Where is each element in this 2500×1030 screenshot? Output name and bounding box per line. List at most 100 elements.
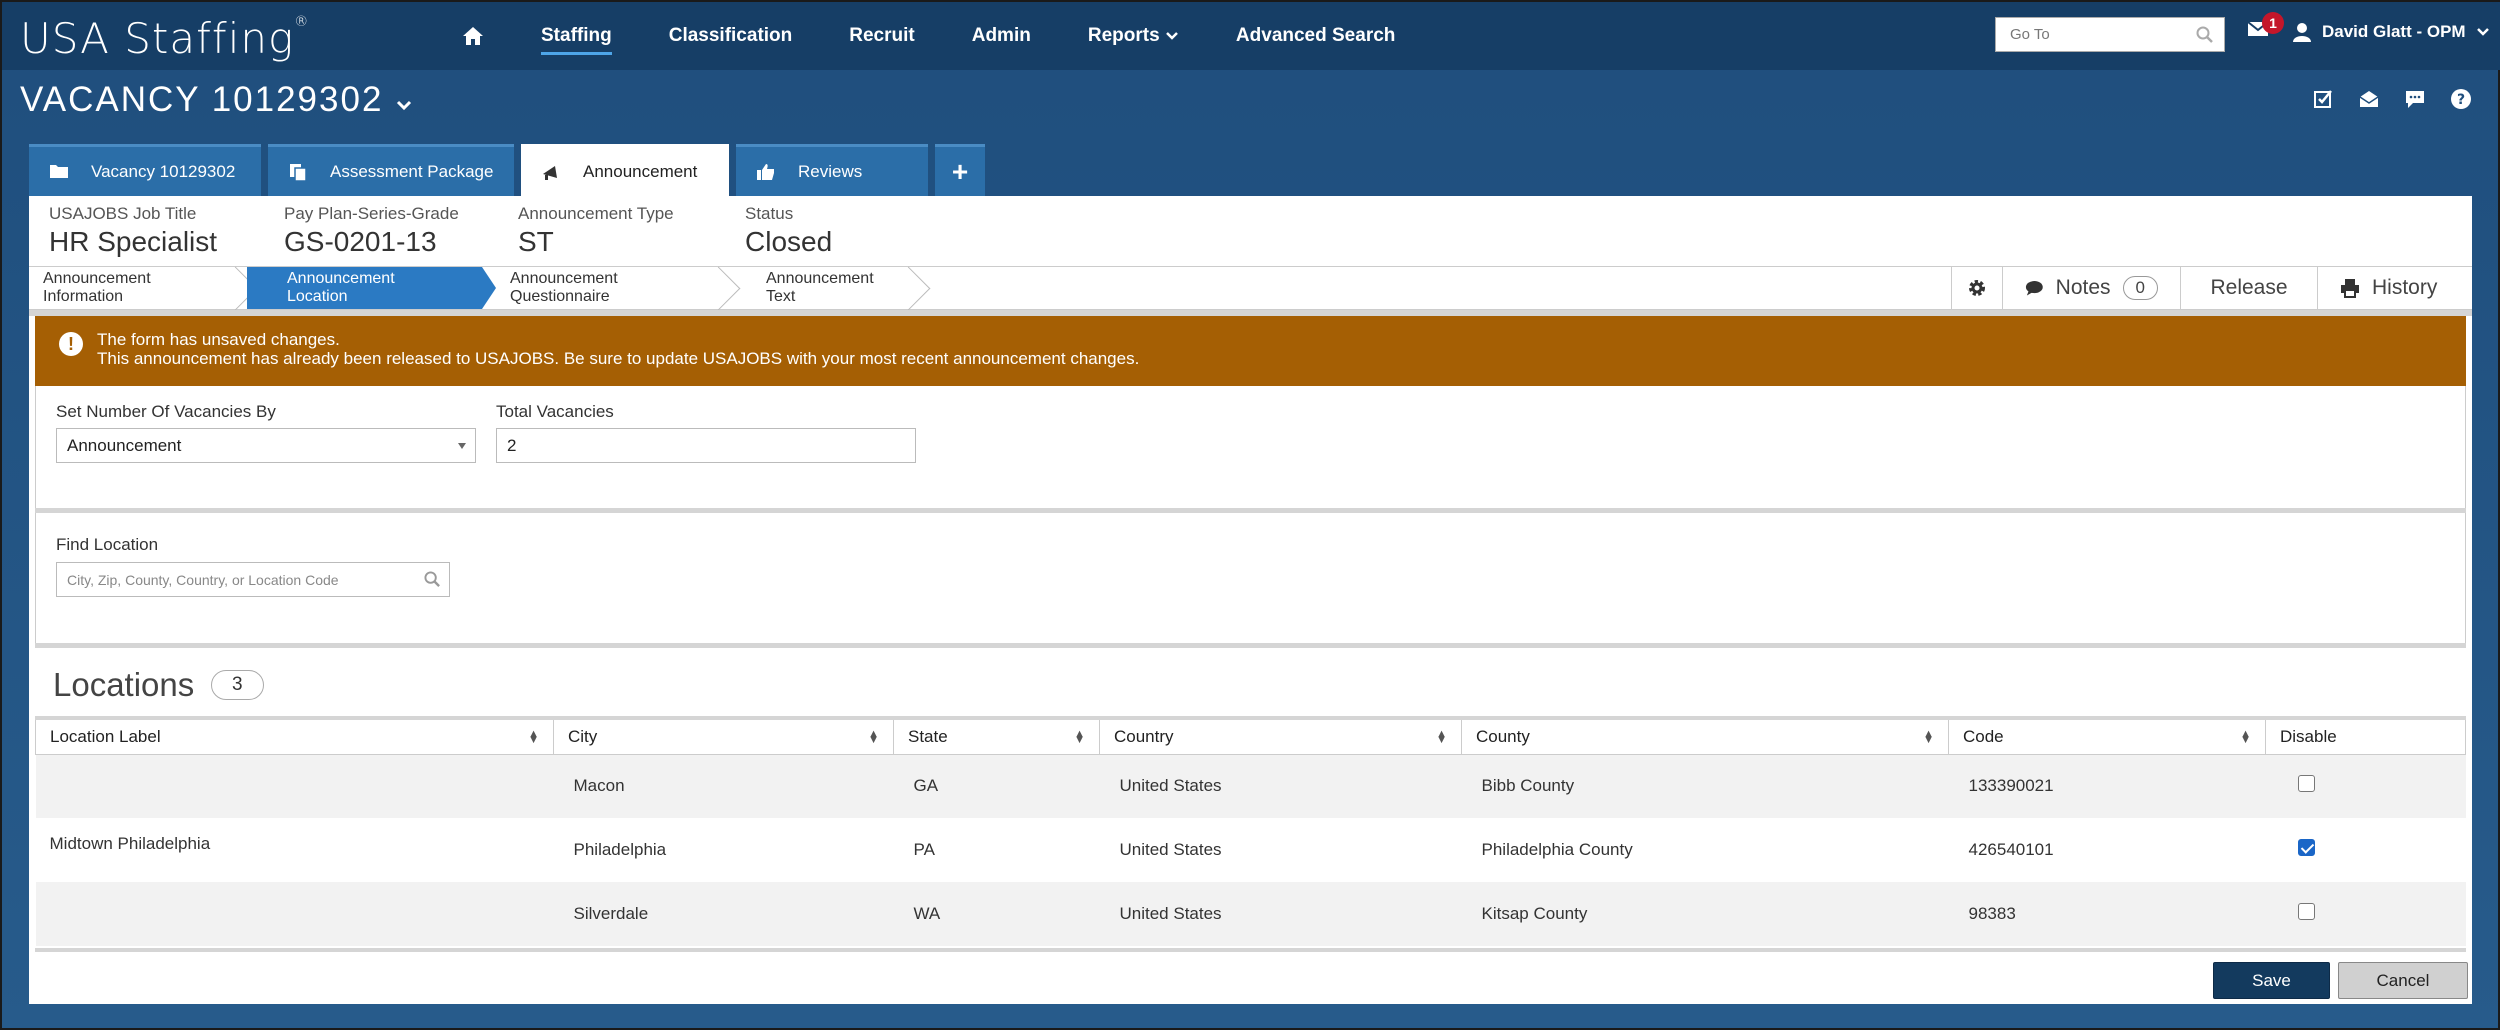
release-button[interactable]: Release: [2180, 267, 2317, 309]
cell-county: Kitsap County: [1461, 882, 1949, 946]
cell-disable: [2266, 818, 2466, 882]
find-location-placeholder: City, Zip, County, Country, or Location …: [67, 572, 339, 588]
user-menu[interactable]: David Glatt - OPM: [2292, 22, 2490, 42]
add-tab-button[interactable]: +: [935, 144, 985, 196]
nav-admin[interactable]: Admin: [972, 25, 1031, 47]
step-announcement-information[interactable]: Announcement Information: [29, 267, 261, 309]
cell-location-label[interactable]: [35, 882, 554, 946]
comments-icon[interactable]: [2404, 88, 2428, 112]
folder-icon: [49, 162, 69, 182]
nav-classification[interactable]: Classification: [669, 25, 793, 47]
set-number-by-select[interactable]: Announcement: [56, 428, 476, 463]
announcement-type-value: ST: [518, 226, 554, 257]
sort-icon[interactable]: ▲ ▼: [1436, 729, 1447, 746]
col-country[interactable]: Country ▲ ▼: [1099, 716, 1462, 755]
save-button[interactable]: Save: [2213, 962, 2330, 999]
cell-country: United States: [1099, 754, 1462, 818]
nav-recruit[interactable]: Recruit: [849, 25, 914, 47]
chevron-down-icon: [397, 100, 412, 111]
disable-checkbox[interactable]: [2297, 775, 2315, 793]
tab-vacancy[interactable]: Vacancy 10129302: [29, 144, 261, 196]
column-label: Country: [1114, 726, 1174, 746]
sort-icon[interactable]: ▲ ▼: [528, 729, 539, 746]
col-location-label[interactable]: Location Label ▲ ▼: [35, 716, 554, 755]
nav-staffing[interactable]: Staffing: [541, 25, 612, 55]
set-number-by-value: Announcement: [67, 436, 182, 455]
home-icon[interactable]: [462, 25, 484, 47]
step-label: Announcement Information: [43, 270, 151, 305]
announcement-type-label: Announcement Type: [518, 204, 674, 223]
step-announcement-questionnaire[interactable]: Announcement Questionnaire: [482, 267, 744, 309]
col-code[interactable]: Code ▲ ▼: [1948, 716, 2266, 755]
settings-button[interactable]: [1951, 267, 2002, 309]
cell-location-label[interactable]: [35, 754, 554, 818]
disable-checkbox[interactable]: [2297, 903, 2315, 920]
tab-assessment-label: Assessment Package: [330, 161, 494, 181]
ppsg-value: GS-0201-13: [284, 226, 437, 257]
checklist-icon[interactable]: [2312, 88, 2336, 112]
sort-icon[interactable]: ▲ ▼: [868, 729, 879, 746]
vacancy-tabs: Vacancy 10129302 Assessment Package Anno…: [29, 144, 985, 196]
summary-announcement-type: Announcement Type ST: [518, 204, 674, 258]
ppsg-label: Pay Plan-Series-Grade: [284, 204, 459, 223]
find-location-section: Find Location City, Zip, County, Country…: [35, 513, 2466, 643]
tab-reviews[interactable]: Reviews: [736, 144, 928, 196]
nav-advanced-search[interactable]: Advanced Search: [1236, 25, 1395, 47]
notes-button[interactable]: Notes 0: [2002, 267, 2180, 309]
cell-country: United States: [1119, 840, 1222, 859]
col-disable: Disable: [2265, 716, 2466, 755]
sort-icon[interactable]: ▲ ▼: [2240, 729, 2251, 746]
cell-state: PA: [913, 840, 935, 859]
col-county[interactable]: County ▲ ▼: [1461, 716, 1949, 755]
vacancy-title[interactable]: VACANCY 10129302: [20, 80, 413, 120]
sort-icon[interactable]: ▲ ▼: [1074, 729, 1085, 746]
tab-announcement[interactable]: Announcement: [521, 144, 729, 196]
thumbs-up-icon: [756, 162, 776, 182]
col-state[interactable]: State ▲ ▼: [893, 716, 1100, 755]
disable-checkbox[interactable]: [2297, 839, 2315, 856]
sort-icon[interactable]: ▲ ▼: [1923, 729, 1934, 746]
chevron-down-icon: [2476, 28, 2489, 36]
summary-ppsg: Pay Plan-Series-Grade GS-0201-13: [284, 204, 459, 258]
nav-reports[interactable]: Reports: [1088, 25, 1179, 47]
step-announcement-text[interactable]: Announcement Text: [744, 267, 934, 309]
user-name: David Glatt - OPM: [2322, 22, 2466, 41]
cancel-button[interactable]: Cancel: [2338, 962, 2468, 999]
copy-icon: [288, 162, 308, 182]
cell-county: Philadelphia County: [1481, 840, 1633, 859]
search-icon[interactable]: [424, 571, 441, 588]
find-location-input[interactable]: City, Zip, County, Country, or Location …: [56, 562, 450, 597]
cell-disable: [2265, 754, 2466, 818]
svg-text:?: ?: [2457, 92, 2465, 108]
total-vacancies-input[interactable]: 2: [496, 428, 916, 463]
tab-assessment-package[interactable]: Assessment Package: [268, 144, 514, 196]
announcement-panel: USAJOBS Job Title HR Specialist Pay Plan…: [29, 196, 2472, 1004]
tab-vacancy-label: Vacancy 10129302: [91, 161, 236, 181]
vacancy-title-text: VACANCY 10129302: [20, 80, 384, 119]
col-city[interactable]: City ▲ ▼: [553, 716, 894, 755]
cell-county: Bibb County: [1461, 754, 1949, 818]
top-navigation: USA Staffing® Staffing Classification Re…: [2, 2, 2500, 70]
step-announcement-location[interactable]: Announcement Location: [247, 267, 496, 309]
form-footer: Save Cancel: [35, 948, 2468, 1004]
cell-city: Silverdale: [553, 882, 894, 946]
table-header-row: Location Label ▲ ▼ City ▲ ▼ State ▲ ▼ Country ▲…: [35, 716, 2466, 755]
goto-placeholder: Go To: [2010, 26, 2050, 43]
table-row: Silverdale WA United States Kitsap Count…: [35, 882, 2466, 946]
brand-logo[interactable]: USA Staffing®: [20, 14, 309, 63]
history-button[interactable]: History: [2317, 267, 2472, 309]
cell-city: Philadelphia: [573, 840, 667, 859]
search-icon[interactable]: [2196, 26, 2214, 44]
help-icon[interactable]: ?: [2450, 88, 2474, 112]
goto-search-input[interactable]: Go To: [1995, 17, 2225, 52]
megaphone-icon: [541, 162, 561, 182]
status-value: Closed: [745, 226, 833, 257]
cell-state: GA: [893, 754, 1100, 818]
job-title-value: HR Specialist: [49, 226, 218, 257]
tab-announcement-label: Announcement: [583, 161, 698, 181]
open-mail-icon[interactable]: [2358, 88, 2382, 112]
mail-count-badge: 1: [2262, 12, 2284, 34]
alert-line-1: The form has unsaved changes.: [97, 330, 340, 349]
cell-location-label[interactable]: Midtown Philadelphia: [36, 818, 554, 882]
cell-city: Macon: [553, 754, 894, 818]
